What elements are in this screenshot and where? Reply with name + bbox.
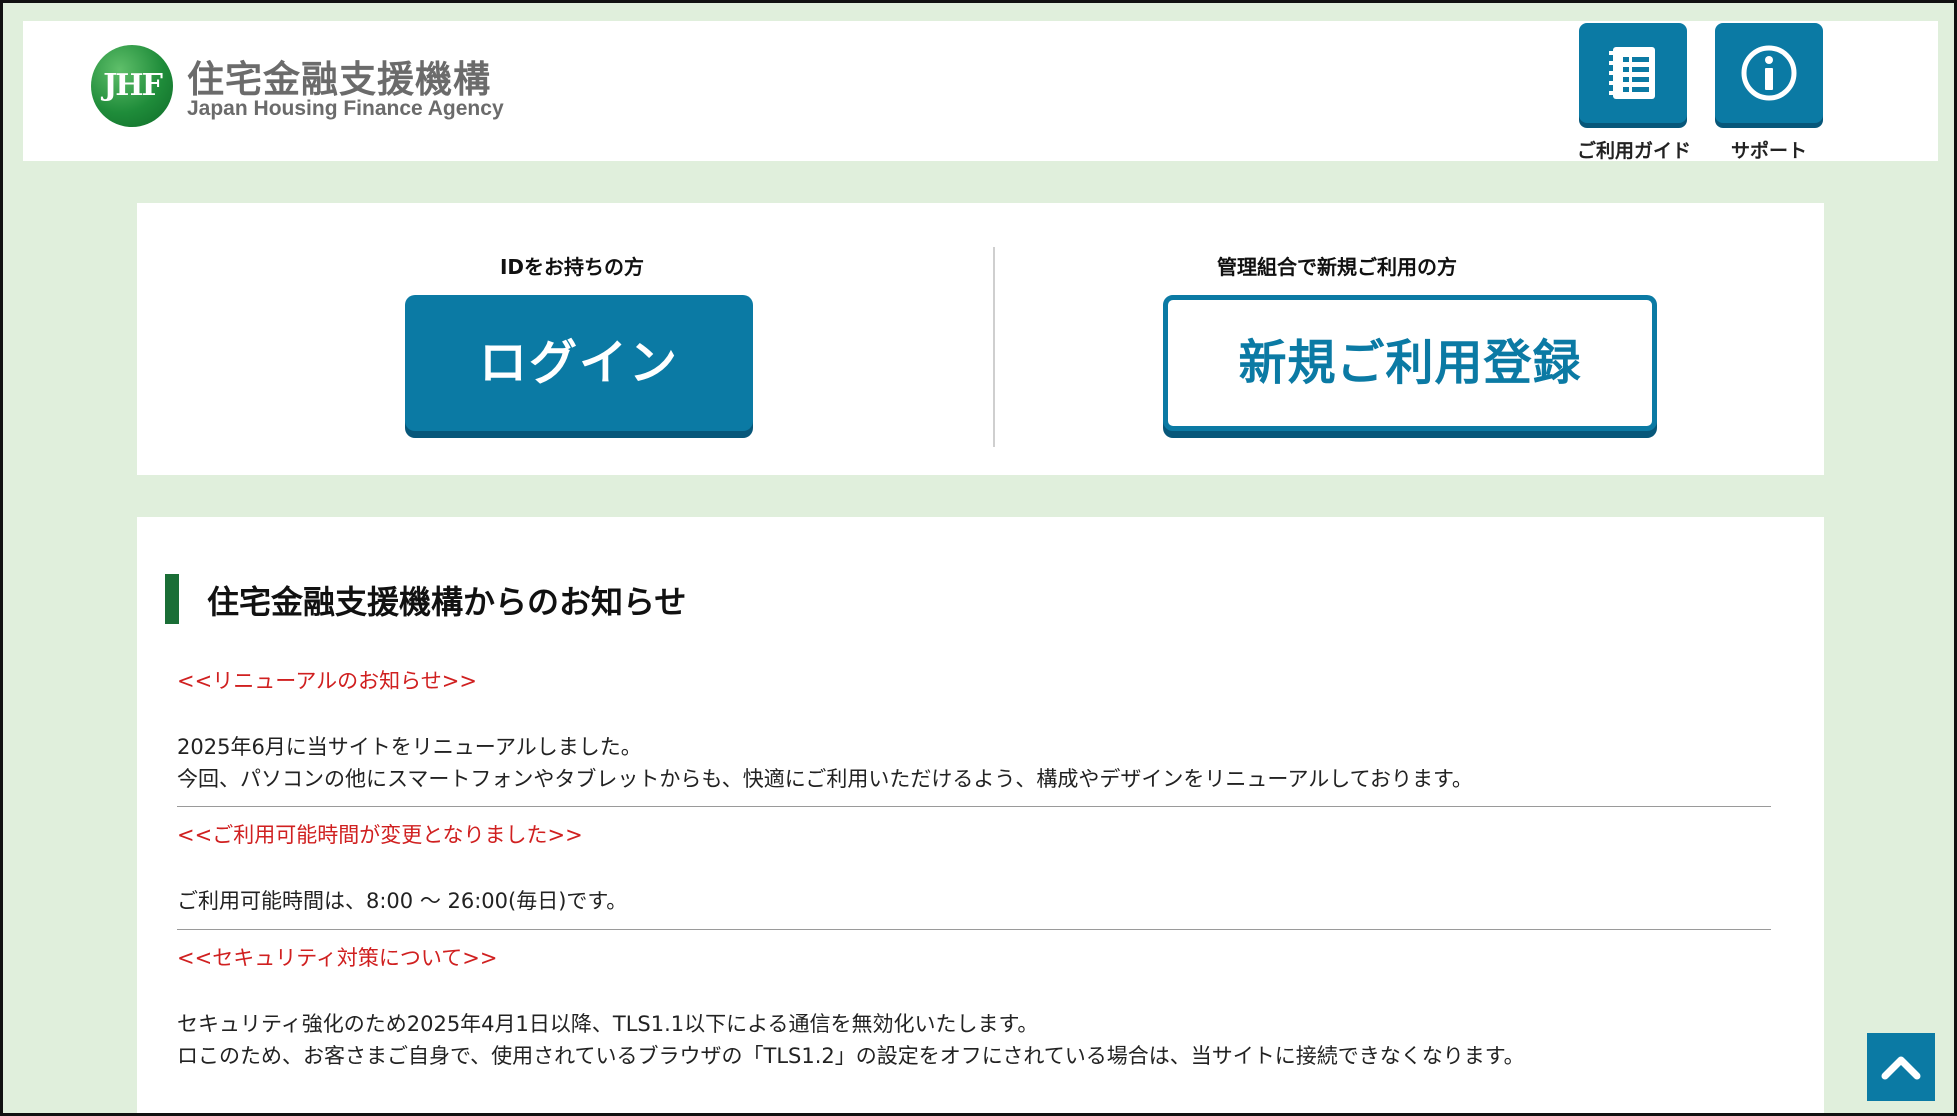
notice-text: 今回、パソコンの他にスマートフォンやタブレットからも、快適にご利用いただけるよう…	[177, 767, 1473, 791]
notice-divider	[177, 806, 1771, 807]
column-divider	[993, 247, 995, 447]
news-heading: 住宅金融支援機構からのお知らせ	[207, 583, 687, 621]
page-frame: JHF 住宅金融支援機構 Japan Housing Finance Agenc…	[0, 0, 1957, 1116]
logo-name-en: Japan Housing Finance Agency	[187, 97, 504, 120]
register-button[interactable]: 新規ご利用登録	[1163, 295, 1657, 431]
logo-name-jp: 住宅金融支援機構	[187, 58, 491, 101]
existing-id-title: IDをお持ちの方	[499, 255, 645, 279]
heading-accent-bar	[165, 574, 179, 624]
guide-list-icon	[1579, 23, 1687, 123]
notice-title-hours: <<ご利用可能時間が変更となりました>>	[177, 823, 583, 847]
site-header: JHF 住宅金融支援機構 Japan Housing Finance Agenc…	[23, 21, 1938, 163]
support-label: サポート	[1730, 140, 1807, 162]
logo-mark-text: JHF	[103, 68, 163, 103]
notice-text: ご利用可能時間は、8:00 ～ 26:00(毎日)です。	[177, 889, 628, 913]
login-button[interactable]: ログイン	[405, 295, 753, 431]
info-icon	[1715, 23, 1823, 123]
news-panel: 住宅金融支援機構からのお知らせ <<リニューアルのお知らせ>> 2025年6月に…	[137, 517, 1824, 1113]
support-button[interactable]: サポート	[1713, 23, 1825, 163]
notice-text: ロこのため、お客さまご自身で、使用されているブラウザの「TLS1.2」の設定をオ…	[177, 1044, 1525, 1068]
usage-guide-button[interactable]: ご利用ガイド	[1577, 23, 1692, 163]
logo-mark: JHF	[91, 45, 173, 127]
new-user-title: 管理組合で新規ご利用の方	[1217, 255, 1457, 279]
site-logo[interactable]: JHF 住宅金融支援機構 Japan Housing Finance Agenc…	[91, 43, 541, 133]
back-to-top-button[interactable]	[1867, 1033, 1935, 1101]
login-panel: IDをお持ちの方 ログイン 管理組合で新規ご利用の方 新規ご利用登録	[137, 203, 1824, 475]
notice-title-renewal: <<リニューアルのお知らせ>>	[177, 669, 477, 693]
usage-guide-label: ご利用ガイド	[1577, 140, 1692, 162]
notice-divider	[177, 929, 1771, 930]
notice-text: セキュリティ強化のため2025年4月1日以降、TLS1.1以下による通信を無効化…	[177, 1012, 1039, 1036]
notice-title-security: <<セキュリティ対策について>>	[177, 946, 498, 970]
chevron-up-icon	[1881, 1056, 1921, 1080]
notice-text: 2025年6月に当サイトをリニューアルしました。	[177, 735, 642, 759]
